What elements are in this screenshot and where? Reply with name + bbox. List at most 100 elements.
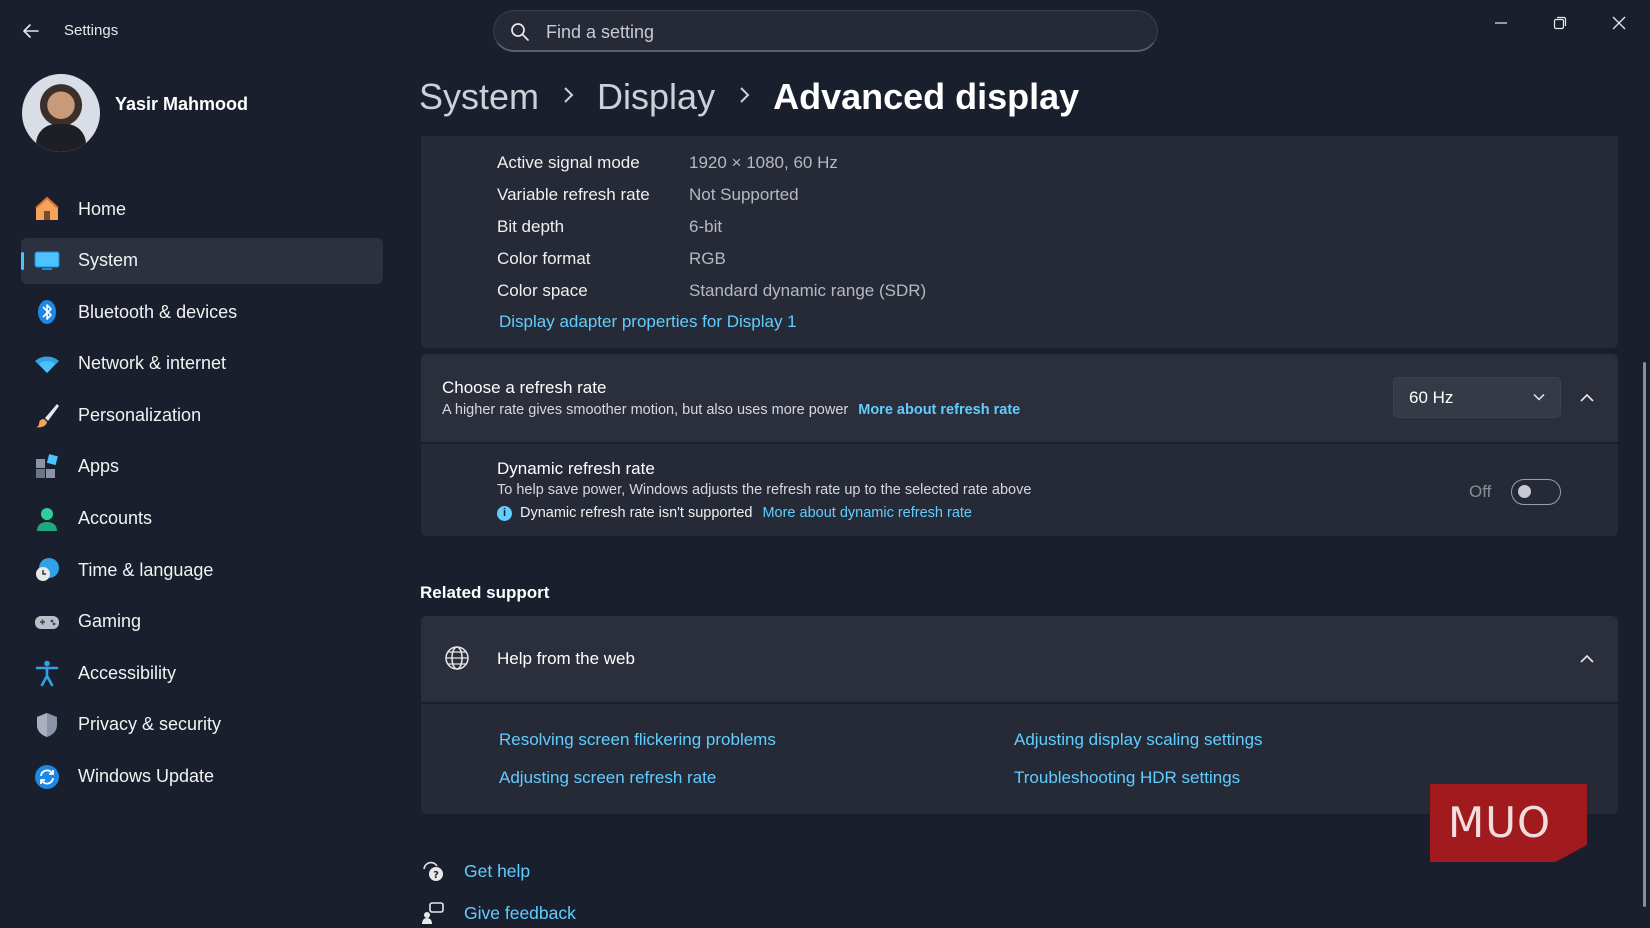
minimize-icon xyxy=(1495,22,1507,24)
sidebar-item-home[interactable]: Home xyxy=(21,186,383,232)
support-link-hdr[interactable]: Troubleshooting HDR settings xyxy=(1014,768,1240,788)
watermark-text: MUO xyxy=(1448,798,1552,847)
dynamic-refresh-card: Dynamic refresh rate To help save power,… xyxy=(421,444,1618,536)
brush-icon xyxy=(32,400,62,430)
chevron-down-icon xyxy=(1533,393,1545,401)
sidebar-item-label: Privacy & security xyxy=(78,714,222,735)
sidebar-item-label: Time & language xyxy=(78,559,214,580)
sidebar-item-label: Apps xyxy=(78,456,120,477)
adapter-properties-link[interactable]: Display adapter properties for Display 1 xyxy=(499,312,797,332)
refresh-collapse-button[interactable] xyxy=(1569,380,1605,416)
system-icon xyxy=(32,246,62,276)
gamepad-icon xyxy=(32,607,62,637)
breadcrumb-display[interactable]: Display xyxy=(597,76,715,118)
info-key: Bit depth xyxy=(497,217,565,236)
chevron-right-icon xyxy=(561,84,575,110)
help-collapse-button[interactable] xyxy=(1569,641,1605,677)
minimize-button[interactable] xyxy=(1478,8,1524,38)
wifi-icon xyxy=(32,349,62,379)
dynamic-refresh-note-text: Dynamic refresh rate isn't supported xyxy=(520,505,753,521)
sidebar-item-accounts[interactable]: Accounts xyxy=(21,496,383,542)
refresh-rate-description: A higher rate gives smoother motion, but… xyxy=(442,402,1020,418)
help-from-web-title: Help from the web xyxy=(497,649,635,668)
back-button[interactable] xyxy=(14,14,48,48)
support-link-refresh-rate[interactable]: Adjusting screen refresh rate xyxy=(499,768,716,788)
app-title: Settings xyxy=(64,22,119,39)
sidebar-item-privacy-security[interactable]: Privacy & security xyxy=(21,702,383,748)
windows-update-icon xyxy=(32,762,62,792)
chevron-up-icon xyxy=(1580,654,1594,663)
info-value: 1920 × 1080, 60 Hz xyxy=(689,153,838,172)
breadcrumb-system[interactable]: System xyxy=(419,76,539,118)
support-link-flickering[interactable]: Resolving screen flickering problems xyxy=(499,730,776,750)
scrollbar[interactable] xyxy=(1643,362,1646,907)
get-help-icon: ? xyxy=(420,858,446,884)
sidebar-nav: Home System Bluetooth & devices Network … xyxy=(21,186,383,805)
info-value: Standard dynamic range (SDR) xyxy=(689,281,927,300)
sidebar-item-label: Network & internet xyxy=(78,353,227,374)
info-key: Color space xyxy=(497,281,588,300)
info-key: Color format xyxy=(497,249,591,268)
chevron-right-icon xyxy=(737,84,751,110)
sidebar-item-personalization[interactable]: Personalization xyxy=(21,392,383,438)
search-icon xyxy=(511,23,529,41)
related-support-heading: Related support xyxy=(420,583,550,602)
search-box[interactable]: Find a setting xyxy=(493,10,1158,52)
sidebar-item-label: Accounts xyxy=(78,508,153,529)
sidebar-item-windows-update[interactable]: Windows Update xyxy=(21,754,383,800)
search-input[interactable]: Find a setting xyxy=(546,22,654,43)
refresh-rate-dropdown[interactable]: 60 Hz xyxy=(1393,377,1561,418)
globe-icon xyxy=(445,646,469,670)
apps-icon xyxy=(32,452,62,482)
sidebar-item-bluetooth[interactable]: Bluetooth & devices xyxy=(21,289,383,335)
sidebar-item-label: Gaming xyxy=(78,611,142,632)
refresh-rate-card: Choose a refresh rate A higher rate give… xyxy=(421,354,1618,442)
dynamic-refresh-title: Dynamic refresh rate xyxy=(497,459,655,478)
sidebar-item-label: Bluetooth & devices xyxy=(78,301,238,322)
display-info-card: Active signal mode 1920 × 1080, 60 Hz Va… xyxy=(421,136,1618,348)
sidebar-item-network[interactable]: Network & internet xyxy=(21,341,383,387)
accessibility-icon xyxy=(32,658,62,688)
info-value: RGB xyxy=(689,249,726,268)
sidebar-item-label: Home xyxy=(78,198,127,219)
page-title: Advanced display xyxy=(773,76,1080,117)
info-value: 6-bit xyxy=(689,217,723,236)
sidebar-item-label: System xyxy=(78,250,139,271)
restore-icon xyxy=(1553,16,1567,30)
sidebar-item-time-language[interactable]: Time & language xyxy=(21,547,383,593)
refresh-rate-selected: 60 Hz xyxy=(1409,387,1454,407)
sidebar-item-label: Accessibility xyxy=(78,662,177,683)
chevron-up-icon xyxy=(1580,393,1594,402)
dynamic-refresh-description: To help save power, Windows adjusts the … xyxy=(497,482,1032,498)
sidebar-item-system[interactable]: System xyxy=(21,237,383,284)
profile-name: Yasir Mahmood xyxy=(115,94,249,114)
sidebar-item-label: Windows Update xyxy=(78,766,215,787)
dynamic-refresh-note: i Dynamic refresh rate isn't supported M… xyxy=(497,505,972,521)
give-feedback-icon xyxy=(420,900,446,926)
accounts-icon xyxy=(32,504,62,534)
toggle-knob xyxy=(1518,485,1531,498)
info-icon: i xyxy=(497,505,512,521)
help-from-web-card[interactable]: Help from the web xyxy=(421,616,1618,702)
sidebar-item-label: Personalization xyxy=(78,404,202,425)
refresh-rate-link[interactable]: More about refresh rate xyxy=(858,402,1020,418)
avatar[interactable] xyxy=(22,74,100,152)
give-feedback-link[interactable]: Give feedback xyxy=(420,900,576,926)
get-help-link[interactable]: ? Get help xyxy=(420,858,530,884)
close-button[interactable] xyxy=(1596,8,1642,38)
maximize-button[interactable] xyxy=(1537,8,1583,38)
sidebar-item-apps[interactable]: Apps xyxy=(21,444,383,490)
toggle-state-label: Off xyxy=(1469,482,1492,501)
refresh-rate-description-text: A higher rate gives smoother motion, but… xyxy=(442,402,849,418)
dynamic-refresh-toggle[interactable] xyxy=(1511,479,1561,505)
info-key: Variable refresh rate xyxy=(497,185,650,204)
close-icon xyxy=(1612,16,1626,30)
support-link-scaling[interactable]: Adjusting display scaling settings xyxy=(1014,730,1263,750)
sidebar-item-accessibility[interactable]: Accessibility xyxy=(21,650,383,696)
get-help-label: Get help xyxy=(464,860,531,881)
sidebar-item-gaming[interactable]: Gaming xyxy=(21,599,383,645)
avatar-figure xyxy=(36,124,86,152)
breadcrumb: System Display Advanced display xyxy=(419,74,1079,120)
dynamic-refresh-link[interactable]: More about dynamic refresh rate xyxy=(762,505,972,521)
bluetooth-icon xyxy=(32,297,62,327)
